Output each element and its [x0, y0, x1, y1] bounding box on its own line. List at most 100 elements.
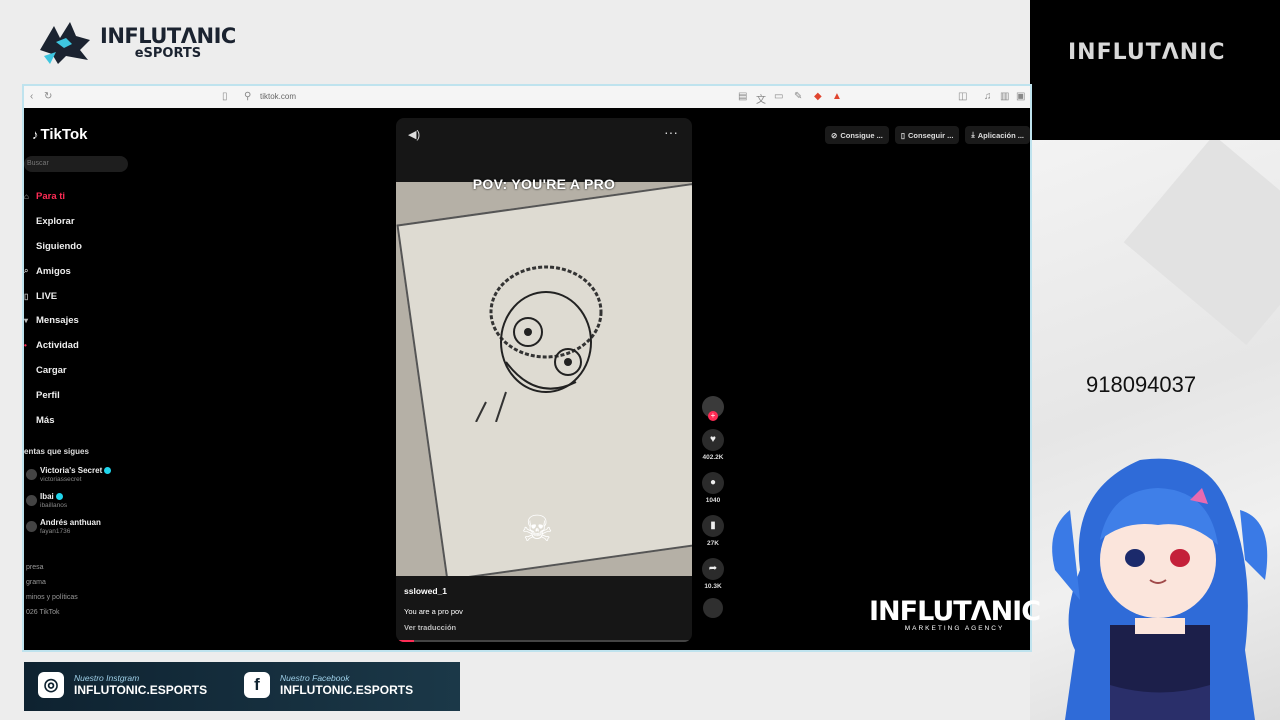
translate-link[interactable]: Ver traducción: [404, 623, 463, 632]
nav-label: Más: [36, 414, 55, 426]
brand-line2: eSPORTS: [134, 46, 202, 61]
sidebar-nav: ⌂ Para ti Explorar Siguiendo ⌕ Amigos ▯ LIV…: [24, 184, 82, 433]
activity-icon: •: [24, 341, 27, 351]
sketch-drawing: [475, 265, 603, 422]
like-action[interactable]: ♥ 402.2K: [700, 429, 726, 461]
nav-mensajes[interactable]: ▾ Mensajes: [24, 308, 82, 333]
follow-plus-icon[interactable]: +: [708, 411, 718, 421]
more-options-icon[interactable]: ···: [664, 124, 678, 140]
tiktok-logo[interactable]: ♪ TikTok: [32, 126, 87, 143]
heart-icon[interactable]: ♥: [702, 429, 724, 451]
nav-label: Explorar: [36, 215, 75, 227]
agency-logo: INFLUTΛNIC MARKETING AGENCY: [869, 596, 1041, 632]
site-settings-icon[interactable]: ⚲: [244, 91, 251, 102]
nav-live[interactable]: ▯ LIVE: [24, 284, 82, 309]
video-overlay-text: POV: YOU'RE A PRO: [472, 176, 616, 192]
search-input[interactable]: Buscar: [24, 156, 128, 172]
bookmark-icon[interactable]: ▮: [702, 515, 724, 537]
nav-siguiendo[interactable]: Siguiendo: [24, 234, 82, 259]
media-icon[interactable]: ♫: [984, 91, 992, 102]
following-account[interactable]: Ibai ibaillanos: [24, 492, 144, 514]
creator-avatar[interactable]: +: [702, 396, 724, 421]
account-name: Ibai: [40, 492, 54, 501]
instagram-link[interactable]: ◎ Nuestro Instgram INFLUTONIC.ESPORTS: [38, 672, 207, 698]
share-count: 10.3K: [704, 583, 722, 590]
messages-icon: ▾: [24, 316, 29, 326]
live-icon: ▯: [24, 291, 29, 301]
brand-logo: INFLUTΛNIC eSPORTS: [36, 20, 236, 66]
translate-icon[interactable]: 文: [756, 91, 766, 106]
video-player[interactable]: ◀) ··· POV: YOU'RE A PRO ☠ sslowed_1 You…: [396, 118, 692, 642]
following-header: entas que sigues: [24, 447, 89, 456]
download-app-button[interactable]: ⤓ Aplicación ...: [965, 126, 1030, 144]
nav-label: Mensajes: [36, 315, 79, 327]
nav-perfil[interactable]: Perfil: [24, 383, 82, 408]
camera-label: INFLUTΛNIC: [1068, 40, 1226, 65]
verified-icon: [55, 493, 63, 501]
vtuber-avatar: [1052, 458, 1268, 720]
account-handle: victoriassecret: [40, 476, 82, 483]
home-icon: ⌂: [24, 191, 29, 201]
url-bar[interactable]: tiktok.com: [260, 92, 296, 101]
comment-icon[interactable]: ●: [702, 472, 724, 494]
nav-actividad[interactable]: • Actividad: [24, 333, 82, 358]
split-icon[interactable]: ▥: [1000, 91, 1009, 102]
reader-icon[interactable]: ▤: [738, 91, 747, 102]
share-icon[interactable]: ➦: [702, 558, 724, 580]
cast-icon[interactable]: ▭: [774, 91, 783, 102]
music-disc-icon[interactable]: [703, 598, 723, 618]
avatar: [26, 469, 37, 480]
facebook-link[interactable]: f Nuestro Facebook INFLUTONIC.ESPORTS: [244, 672, 413, 698]
volume-icon[interactable]: ◀): [408, 128, 420, 141]
nav-label: Siguiendo: [36, 240, 82, 252]
nav-mas[interactable]: Más: [24, 408, 82, 433]
account-handle: fayan1736: [40, 528, 71, 535]
top-right-buttons: ⊘ Consigue ... ▯ Conseguir ... ⤓ Aplicación…: [825, 126, 1030, 144]
nav-label: Cargar: [36, 365, 67, 377]
video-username[interactable]: sslowed_1: [404, 586, 463, 596]
coin-icon: ⊘: [831, 130, 838, 140]
avatar: [26, 521, 37, 532]
phone-icon: ▯: [900, 130, 905, 140]
nav-para-ti[interactable]: ⌂ Para ti: [24, 184, 82, 209]
following-account[interactable]: Andrés anthuan fayan1736: [24, 518, 144, 540]
video-actions: + ♥ 402.2K ● 1040 ▮ 27K ➦ 10.3K: [700, 396, 726, 618]
save-count: 27K: [707, 540, 719, 547]
nav-label: Perfil: [36, 390, 60, 402]
agency-name: INFLUTΛNIC: [869, 596, 1041, 627]
tiktok-note-icon: ♪: [32, 127, 39, 142]
avatar: [26, 495, 37, 506]
nav-explorar[interactable]: Explorar: [24, 209, 82, 234]
sidebar-icon[interactable]: ◫: [958, 91, 967, 102]
nav-label: Actividad: [36, 340, 79, 352]
nav-amigos[interactable]: ⌕ Amigos: [24, 259, 82, 284]
get-app-button[interactable]: ▯ Conseguir ...: [894, 126, 960, 144]
share-action[interactable]: ➦ 10.3K: [700, 558, 726, 590]
footer-link[interactable]: grama: [26, 575, 78, 590]
social-banner: ◎ Nuestro Instgram INFLUTONIC.ESPORTS f …: [24, 662, 460, 711]
verified-icon: [104, 467, 112, 475]
instagram-icon: ◎: [38, 672, 64, 698]
footer-link[interactable]: minos y políticas: [26, 590, 78, 605]
comment-action[interactable]: ● 1040: [700, 472, 726, 504]
following-account[interactable]: Victoria's Secret victoriassecret: [24, 466, 144, 488]
social-label: Nuestro Facebook: [280, 673, 350, 683]
nav-cargar[interactable]: Cargar: [24, 358, 82, 383]
window-icon[interactable]: ▣: [1016, 91, 1025, 102]
copyright: 026 TikTok: [26, 609, 60, 616]
video-progress[interactable]: [396, 640, 692, 642]
get-coins-button[interactable]: ⊘ Consigue ...: [825, 126, 889, 144]
skull-emoji: ☠: [521, 508, 554, 549]
edit-icon[interactable]: ✎: [794, 91, 802, 102]
brave-shield-icon[interactable]: ◆: [814, 91, 822, 102]
rewards-icon[interactable]: ▲: [832, 91, 842, 102]
bookmark-icon[interactable]: ▯: [222, 91, 228, 102]
reload-icon[interactable]: ↻: [44, 91, 52, 102]
account-handle: ibaillanos: [40, 502, 68, 509]
download-icon: ⤓: [971, 130, 975, 139]
video-description: You are a pro pov: [404, 607, 463, 616]
back-icon[interactable]: ‹: [30, 91, 33, 102]
camera-box: INFLUTΛNIC: [1030, 0, 1280, 140]
footer-link[interactable]: presa: [26, 560, 78, 575]
save-action[interactable]: ▮ 27K: [700, 515, 726, 547]
